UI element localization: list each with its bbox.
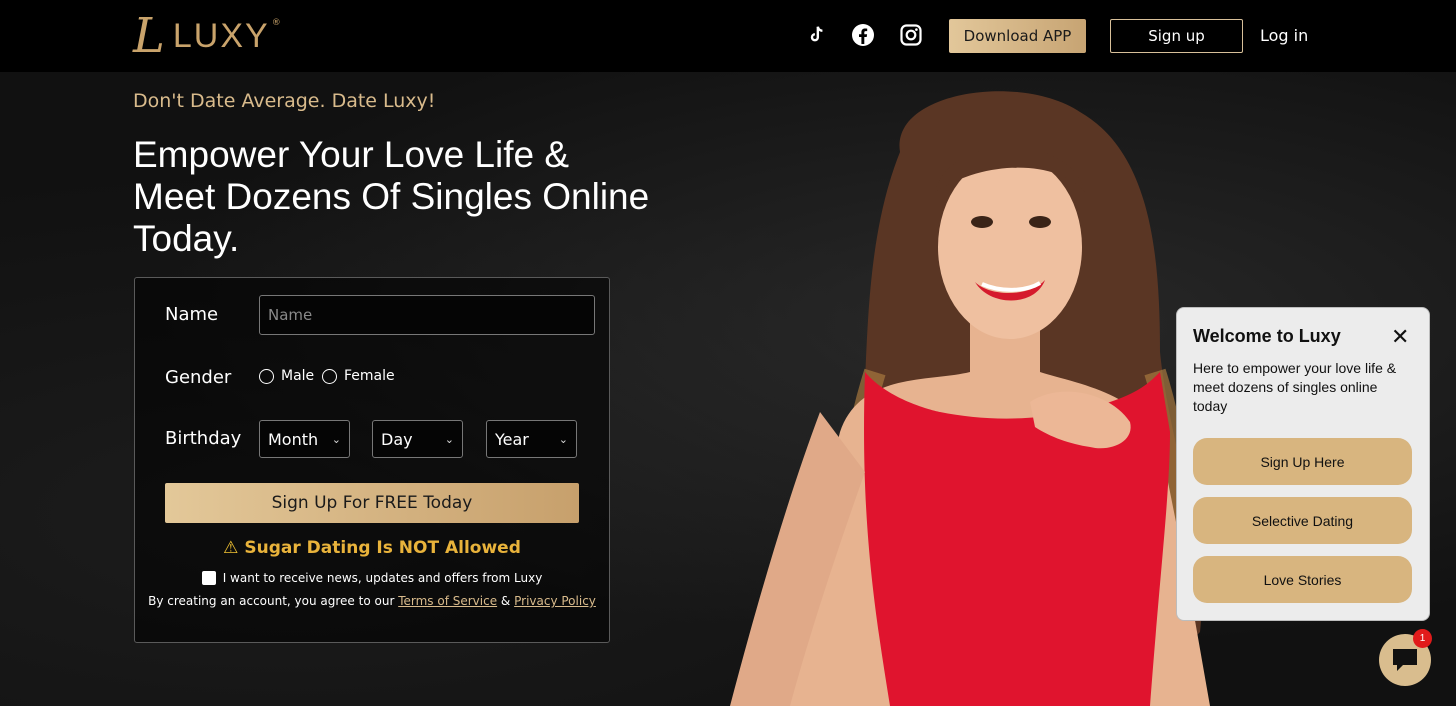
logo-mark: L <box>133 8 165 64</box>
month-select-value: Month <box>268 429 319 449</box>
chat-notification-badge: 1 <box>1413 629 1432 648</box>
gender-male-radio[interactable]: Male <box>259 368 314 384</box>
warning-icon: ⚠ <box>223 538 239 558</box>
log-in-link[interactable]: Log in <box>1260 26 1308 45</box>
sign-up-free-button[interactable]: Sign Up For FREE Today <box>165 483 579 523</box>
chat-icon <box>1393 649 1417 671</box>
registered-mark: ® <box>271 18 281 28</box>
gender-label: Gender <box>165 367 232 388</box>
radio-circle-icon <box>259 368 274 384</box>
radio-circle-icon <box>322 368 337 384</box>
month-select[interactable]: Month ⌄ <box>259 420 350 458</box>
privacy-policy-link[interactable]: Privacy Policy <box>514 594 596 608</box>
birthday-label: Birthday <box>165 428 242 449</box>
warning-text: Sugar Dating Is NOT Allowed <box>244 538 521 558</box>
tiktok-icon[interactable] <box>803 22 829 48</box>
facebook-icon[interactable] <box>850 22 876 48</box>
chat-title: Welcome to Luxy <box>1193 326 1341 346</box>
newsletter-checkbox[interactable] <box>201 571 216 585</box>
hero-tagline: Don't Date Average. Date Luxy! <box>133 90 436 112</box>
instagram-icon[interactable] <box>898 22 924 48</box>
chat-message: Here to empower your love life & meet do… <box>1193 360 1397 414</box>
name-input[interactable] <box>259 295 595 335</box>
hero-headline: Empower Your Love Life & Meet Dozens Of … <box>133 134 650 259</box>
day-select[interactable]: Day ⌄ <box>372 420 463 458</box>
chat-sign-up-here-button[interactable]: Sign Up Here <box>1193 438 1412 485</box>
newsletter-label: I want to receive news, updates and offe… <box>222 571 543 585</box>
woman-photo <box>730 91 1210 706</box>
top-navigation-bar: L LUXY ® Download APP Sign up Log in <box>0 0 1456 72</box>
day-select-value: Day <box>381 429 413 449</box>
gender-female-radio[interactable]: Female <box>322 368 395 384</box>
name-label: Name <box>165 304 219 325</box>
download-app-button[interactable]: Download APP <box>949 19 1086 53</box>
chat-love-stories-button[interactable]: Love Stories <box>1193 556 1412 603</box>
logo-text: LUXY <box>172 16 270 55</box>
gender-male-label: Male <box>281 368 315 384</box>
luxy-logo[interactable]: L LUXY ® <box>133 12 281 60</box>
terms-of-service-link[interactable]: Terms of Service <box>398 594 497 608</box>
signup-form: Name Gender Male Female Birthday Month ⌄… <box>134 277 610 643</box>
chat-welcome-popup: Welcome to Luxy ✕ Here to empower your l… <box>1176 307 1430 621</box>
terms-text: By creating an account, you agree to our… <box>135 594 609 608</box>
gender-female-label: Female <box>344 368 395 384</box>
chevron-down-icon: ⌄ <box>331 432 341 446</box>
newsletter-row: I want to receive news, updates and offe… <box>135 571 609 585</box>
terms-prefix: By creating an account, you agree to our <box>148 594 395 608</box>
sugar-dating-warning: ⚠ Sugar Dating Is NOT Allowed <box>135 538 609 558</box>
sign-up-button[interactable]: Sign up <box>1110 19 1243 53</box>
year-select[interactable]: Year ⌄ <box>486 420 577 458</box>
year-select-value: Year <box>495 429 529 449</box>
close-icon[interactable]: ✕ <box>1391 324 1409 350</box>
chat-selective-dating-button[interactable]: Selective Dating <box>1193 497 1412 544</box>
terms-amp: & <box>500 594 511 608</box>
chevron-down-icon: ⌄ <box>444 432 454 446</box>
chevron-down-icon: ⌄ <box>558 432 568 446</box>
